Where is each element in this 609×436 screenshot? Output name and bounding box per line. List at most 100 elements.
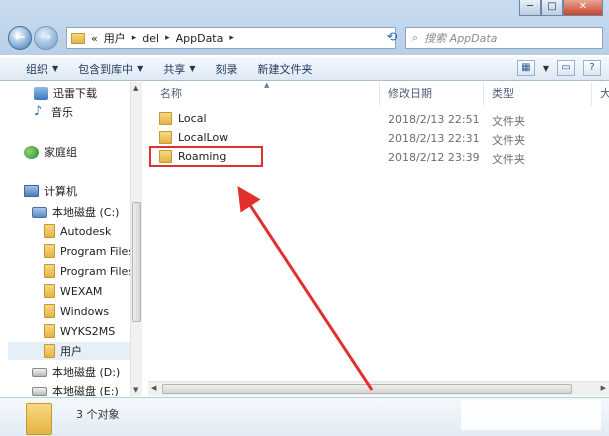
item-count: 3 个对象 xyxy=(76,408,120,421)
download-folder-icon xyxy=(34,86,48,100)
minimize-button[interactable]: ─ xyxy=(519,0,541,16)
maximize-button[interactable]: □ xyxy=(541,0,563,16)
folder-icon xyxy=(44,324,55,338)
column-header-label: 修改日期 xyxy=(388,87,432,100)
nav-item-label: Program Files xyxy=(60,264,135,278)
file-name: LocalLow xyxy=(178,131,229,144)
breadcrumb-appdata[interactable]: AppData xyxy=(176,32,224,45)
forward-button[interactable]: → xyxy=(34,26,58,50)
breadcrumb-separator[interactable]: ▸ xyxy=(165,33,170,43)
nav-item-music[interactable]: ♪ 音乐 xyxy=(34,103,73,121)
folder-icon xyxy=(159,131,172,144)
organize-label: 组织 xyxy=(26,62,48,76)
nav-item-label: 家庭组 xyxy=(44,146,77,159)
search-icon: ⌕ xyxy=(412,31,419,44)
nav-item-users[interactable]: 用户 xyxy=(8,342,138,360)
drive-icon xyxy=(32,206,47,218)
preview-pane-icon: ▭ xyxy=(561,62,571,73)
chevron-down-icon: ▼ xyxy=(52,64,59,73)
folder-icon xyxy=(26,403,52,435)
scroll-up-icon[interactable]: ▲ xyxy=(133,84,138,92)
nav-item-autodesk[interactable]: Autodesk xyxy=(44,222,111,240)
scroll-right-icon[interactable]: ▶ xyxy=(601,384,606,392)
refresh-icon: ⟲ xyxy=(386,30,398,45)
file-name-cell: Local xyxy=(159,112,207,125)
breadcrumb-separator[interactable]: ▸ xyxy=(132,33,137,43)
nav-item-label: 本地磁盘 (D:) xyxy=(52,366,121,379)
scroll-down-icon[interactable]: ▼ xyxy=(133,386,138,394)
navigation-scrollbar[interactable]: ▲ ▼ xyxy=(130,82,142,396)
include-in-library-menu[interactable]: 包含到库中 ▼ xyxy=(68,59,153,79)
folder-icon xyxy=(44,264,55,278)
nav-item-label: Autodesk xyxy=(60,224,112,238)
scroll-left-icon[interactable]: ◀ xyxy=(151,384,156,392)
close-button[interactable]: ✕ xyxy=(563,0,603,16)
file-type: 文件夹 xyxy=(492,153,525,166)
column-header-type[interactable]: 类型 xyxy=(484,82,592,106)
file-type: 文件夹 xyxy=(492,115,525,128)
breadcrumb-users[interactable]: 用户 xyxy=(104,30,126,46)
help-button[interactable]: ? xyxy=(583,60,601,76)
file-modified: 2018/2/13 22:31 xyxy=(388,132,480,145)
nav-item-label: WYKS2MS xyxy=(60,324,116,338)
breadcrumb-del[interactable]: del xyxy=(142,32,159,45)
chevron-down-icon: ▼ xyxy=(189,64,196,73)
nav-item-label: 计算机 xyxy=(44,185,77,198)
file-modified: 2018/2/13 22:51 xyxy=(388,113,480,126)
preview-pane-button[interactable]: ▭ xyxy=(557,60,575,76)
share-menu[interactable]: 共享 ▼ xyxy=(153,59,205,79)
title-bar: ─ □ ✕ ← → « 用户 ▸ del ▸ AppData ▸ ⟲ ⌕ 搜索 … xyxy=(0,0,609,55)
search-input[interactable]: ⌕ 搜索 AppData xyxy=(405,27,603,49)
nav-item-wyks2ms[interactable]: WYKS2MS xyxy=(44,322,115,340)
column-header-size[interactable]: 大小 xyxy=(592,82,609,106)
nav-item-label: 本地磁盘 (C:) xyxy=(52,206,120,219)
back-button[interactable]: ← xyxy=(8,26,32,50)
new-folder-button[interactable]: 新建文件夹 xyxy=(247,59,322,79)
nav-item-wexam[interactable]: WEXAM xyxy=(44,282,102,300)
folder-icon xyxy=(159,112,172,125)
nav-item-label: 迅雷下载 xyxy=(53,87,97,100)
nav-item-computer[interactable]: 计算机 xyxy=(24,182,77,200)
view-controls: ▦ ▼ ▭ ? xyxy=(516,60,601,76)
horizontal-scrollbar[interactable]: ◀ ▶ xyxy=(148,381,609,396)
nav-item-windows[interactable]: Windows xyxy=(44,302,109,320)
new-folder-label: 新建文件夹 xyxy=(257,62,313,76)
view-options-button[interactable]: ▦ xyxy=(516,60,535,76)
address-bar[interactable]: « 用户 ▸ del ▸ AppData ▸ xyxy=(66,27,396,49)
details-pane: 3 个对象 xyxy=(0,397,609,436)
chevron-down-icon[interactable]: ▼ xyxy=(543,64,549,73)
folder-icon xyxy=(44,224,55,238)
nav-item-label: Program Files xyxy=(60,244,135,258)
nav-item-program-files[interactable]: Program Files xyxy=(44,242,134,260)
organize-menu[interactable]: 组织 ▼ xyxy=(16,59,68,79)
watermark-patch xyxy=(461,400,601,430)
file-name: Local xyxy=(178,112,207,125)
nav-item-drive-e[interactable]: 本地磁盘 (E:) xyxy=(32,382,119,396)
search-placeholder: 搜索 AppData xyxy=(424,32,498,45)
nav-item-homegroup[interactable]: 家庭组 xyxy=(24,143,77,161)
drive-icon xyxy=(32,367,47,377)
file-row-local[interactable]: Local 2018/2/13 22:51 文件夹 xyxy=(154,110,594,129)
column-header-label: 类型 xyxy=(492,87,514,100)
refresh-button[interactable]: ⟲ xyxy=(382,27,402,49)
scrollbar-thumb[interactable] xyxy=(162,384,572,394)
forward-arrow-icon: → xyxy=(40,30,52,45)
nav-item-label: WEXAM xyxy=(60,284,103,298)
nav-item-drive-d[interactable]: 本地磁盘 (D:) xyxy=(32,363,120,381)
nav-item-label: 本地磁盘 (E:) xyxy=(52,385,119,396)
burn-button[interactable]: 刻录 xyxy=(205,59,247,79)
address-overflow-chevron[interactable]: « xyxy=(91,32,98,45)
homegroup-icon xyxy=(24,145,39,159)
drive-icon xyxy=(32,386,47,396)
file-type: 文件夹 xyxy=(492,134,525,147)
column-header-modified[interactable]: 修改日期 xyxy=(380,82,484,106)
file-name-cell: LocalLow xyxy=(159,131,228,144)
nav-item-program-files-x86[interactable]: Program Files xyxy=(44,262,134,280)
nav-item-downloads[interactable]: 迅雷下载 xyxy=(34,84,97,102)
sort-ascending-icon: ▲ xyxy=(264,81,270,89)
scrollbar-thumb[interactable] xyxy=(132,202,141,322)
view-grid-icon: ▦ xyxy=(521,62,531,73)
breadcrumb-separator[interactable]: ▸ xyxy=(229,33,234,43)
command-toolbar: 组织 ▼ 包含到库中 ▼ 共享 ▼ 刻录 新建文件夹 ▦ ▼ ▭ ? xyxy=(0,56,609,81)
nav-item-drive-c[interactable]: 本地磁盘 (C:) xyxy=(32,203,119,221)
